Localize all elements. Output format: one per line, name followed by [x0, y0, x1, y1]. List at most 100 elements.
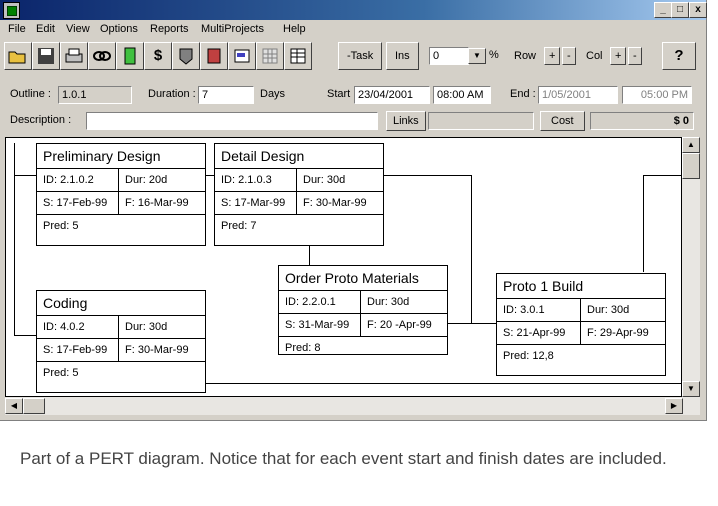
node-pred: Pred: 7	[221, 220, 257, 232]
node-start: S: 31-Mar-99	[279, 314, 361, 336]
table-icon[interactable]	[284, 42, 312, 70]
node-pred: Pred: 5	[43, 367, 79, 379]
duration-label: Duration :	[148, 88, 196, 100]
task-button[interactable]: -Task	[338, 42, 383, 70]
node-start: S: 17-Feb-99	[37, 339, 119, 361]
col-label: Col	[586, 50, 603, 62]
menu-help[interactable]: Help	[283, 23, 306, 35]
toolbar: $ -Task Ins 0 ▼ % Row + - Col + - ?	[2, 42, 704, 72]
menu-view[interactable]: View	[66, 23, 90, 35]
connector	[14, 143, 15, 238]
node-duration: Dur: 30d	[303, 174, 346, 186]
node-duration: Dur: 20d	[125, 174, 168, 186]
open-folder-icon[interactable]	[4, 42, 32, 70]
node-finish: F: 30-Mar-99	[125, 344, 189, 356]
title-bar: _ □ x	[0, 0, 707, 20]
description-field[interactable]	[86, 112, 378, 130]
app-window: _ □ x File Edit View Options Reports Mul…	[0, 0, 707, 421]
scroll-down-icon[interactable]: ▼	[682, 381, 700, 397]
node-pred: Pred: 5	[43, 220, 79, 232]
node-id: ID: 3.0.1	[497, 299, 581, 321]
node-start: S: 17-Mar-99	[215, 192, 297, 214]
percent-input[interactable]: 0	[429, 47, 469, 65]
menu-reports[interactable]: Reports	[150, 23, 189, 35]
menu-multiprojects[interactable]: MultiProjects	[201, 23, 264, 35]
node-finish: F: 29-Apr-99	[587, 327, 649, 339]
menu-bar: File Edit View Options Reports MultiProj…	[0, 20, 706, 40]
connector	[205, 175, 214, 176]
connector	[14, 175, 36, 176]
node-title: Proto 1 Build	[497, 274, 665, 299]
node-finish: F: 20 -Apr-99	[367, 319, 432, 331]
save-disk-icon[interactable]	[32, 42, 60, 70]
scroll-up-icon[interactable]: ▲	[682, 137, 700, 153]
cost-field: $ 0	[590, 112, 694, 130]
row-remove-button[interactable]: -	[562, 47, 576, 65]
percent-dropdown-icon[interactable]: ▼	[468, 48, 486, 64]
duration-field[interactable]: 7	[198, 86, 254, 104]
dollar-icon[interactable]: $	[144, 42, 172, 70]
menu-file[interactable]: File	[8, 23, 26, 35]
grid-icon[interactable]	[256, 42, 284, 70]
vertical-scrollbar[interactable]: ▲ ▼	[682, 137, 700, 397]
node-duration: Dur: 30d	[125, 321, 168, 333]
pert-node[interactable]: Detail Design ID: 2.1.0.3 Dur: 30d S: 17-…	[214, 143, 384, 246]
connector	[14, 238, 15, 335]
node-id: ID: 2.1.0.2	[37, 169, 119, 191]
outline-field[interactable]: 1.0.1	[58, 86, 132, 104]
links-button[interactable]: Links	[386, 111, 426, 131]
node-id: ID: 2.2.0.1	[279, 291, 361, 313]
print-icon[interactable]	[60, 42, 88, 70]
start-label: Start	[327, 88, 351, 100]
description-label: Description :	[10, 114, 72, 126]
scroll-thumb[interactable]	[682, 153, 700, 179]
hscroll-thumb[interactable]	[23, 398, 45, 414]
chart-icon[interactable]	[228, 42, 256, 70]
minimize-button[interactable]: _	[654, 2, 672, 18]
node-duration: Dur: 30d	[367, 296, 410, 308]
cost-button[interactable]: Cost	[540, 111, 585, 131]
start-date-field[interactable]: 23/04/2001	[354, 86, 430, 104]
insert-button[interactable]: Ins	[386, 42, 419, 70]
close-button[interactable]: x	[689, 2, 707, 18]
end-date-field[interactable]: 1/05/2001	[538, 86, 618, 104]
node-duration: Dur: 30d	[587, 304, 630, 316]
pert-canvas[interactable]: Preliminary Design ID: 2.1.0.2 Dur: 20d S…	[5, 137, 682, 397]
connector	[643, 175, 681, 176]
pert-node[interactable]: Coding ID: 4.0.2 Dur: 30d S: 17-Feb-99 F: …	[36, 290, 206, 393]
help-button[interactable]: ?	[662, 42, 696, 70]
maximize-button[interactable]: □	[671, 2, 689, 18]
horizontal-scrollbar[interactable]: ◀ ▶	[5, 397, 700, 415]
pert-node[interactable]: Proto 1 Build ID: 3.0.1 Dur: 30d S: 21-Ap…	[496, 273, 666, 376]
end-time-field[interactable]: 05:00 PM	[622, 86, 692, 104]
start-time-field[interactable]: 08:00 AM	[433, 86, 491, 104]
node-start: S: 17-Feb-99	[37, 192, 119, 214]
node-id: ID: 4.0.2	[37, 316, 119, 338]
figure-caption: Part of a PERT diagram. Notice that for …	[20, 449, 667, 468]
menu-edit[interactable]: Edit	[36, 23, 55, 35]
node-title: Order Proto Materials	[279, 266, 447, 291]
pert-node[interactable]: Order Proto Materials ID: 2.2.0.1 Dur: 30…	[278, 265, 448, 355]
row-label: Row	[514, 50, 537, 62]
node-id: ID: 2.1.0.3	[215, 169, 297, 191]
page-icon[interactable]	[116, 42, 144, 70]
scroll-right-icon[interactable]: ▶	[665, 398, 683, 414]
percent-sign: %	[489, 49, 499, 61]
col-add-button[interactable]: +	[610, 47, 627, 65]
node-pred: Pred: 12,8	[503, 350, 554, 362]
connector	[448, 323, 496, 324]
resource-icon[interactable]	[172, 42, 200, 70]
node-pred: Pred: 8	[285, 342, 321, 354]
menu-options[interactable]: Options	[100, 23, 138, 35]
calendar-icon[interactable]	[200, 42, 228, 70]
col-remove-button[interactable]: -	[628, 47, 642, 65]
pert-node[interactable]: Preliminary Design ID: 2.1.0.2 Dur: 20d S…	[36, 143, 206, 246]
connector	[471, 175, 472, 323]
connector	[309, 245, 310, 266]
scroll-left-icon[interactable]: ◀	[5, 398, 23, 414]
connector	[205, 383, 681, 384]
row-add-button[interactable]: +	[544, 47, 561, 65]
link-icon[interactable]	[88, 42, 116, 70]
node-title: Detail Design	[215, 144, 383, 169]
node-finish: F: 30-Mar-99	[303, 197, 367, 209]
